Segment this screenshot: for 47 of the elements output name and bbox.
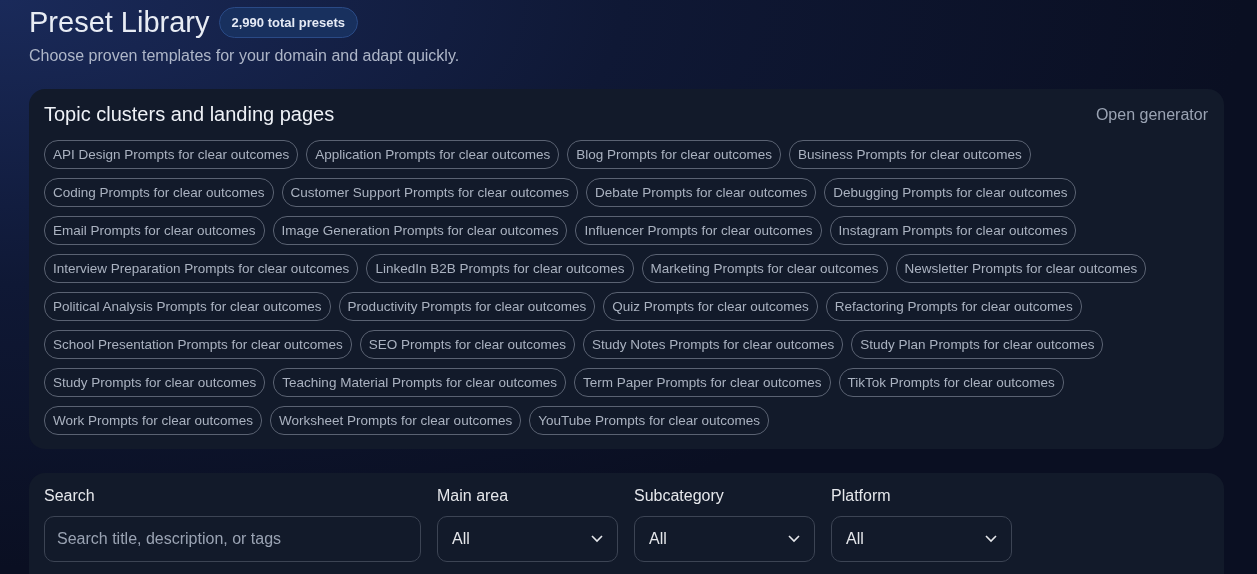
topic-chip[interactable]: Study Plan Prompts for clear outcomes	[851, 330, 1104, 359]
topic-chip[interactable]: Teaching Material Prompts for clear outcomes	[273, 368, 566, 397]
topic-chip[interactable]: Study Notes Prompts for clear outcomes	[582, 330, 844, 359]
dropdown[interactable]: All	[634, 516, 815, 562]
topic-chip[interactable]: Marketing Prompts for clear outcomes	[641, 254, 888, 283]
topic-chip[interactable]: Quiz Prompts for clear outcomes	[603, 292, 818, 321]
topic-chip[interactable]: Newsletter Prompts for clear outcomes	[895, 254, 1147, 283]
topic-chip[interactable]: Blog Prompts for clear outcomes	[567, 140, 782, 169]
topic-chip[interactable]: Business Prompts for clear outcomes	[789, 140, 1031, 169]
page-title: Preset Library	[29, 6, 210, 39]
field-label: Search	[44, 487, 96, 505]
field-label: Main area	[437, 487, 510, 505]
field-label: Platform	[831, 487, 892, 505]
section-title: Topic clusters and landing pages	[44, 103, 335, 126]
topic-chip[interactable]: Coding Prompts for clear outcomes	[44, 178, 274, 207]
topic-chip[interactable]: SEO Prompts for clear outcomes	[359, 330, 575, 359]
chevron-icon	[788, 535, 800, 543]
topic-chip[interactable]: Interview Preparation Prompts for clear outcomes	[44, 254, 359, 283]
topic-chip[interactable]: Application Prompts for clear outcomes	[306, 140, 560, 169]
topic-chip[interactable]: Term Paper Prompts for clear outcomes	[573, 368, 831, 397]
topic-chip[interactable]: Instagram Prompts for clear outcomes	[829, 216, 1077, 245]
topic-chip[interactable]: YouTube Prompts for clear outcomes	[529, 406, 770, 435]
topic-chip[interactable]: LinkedIn B2B Prompts for clear outcomes	[366, 254, 634, 283]
count-badge: 2,990 total presets	[218, 7, 358, 38]
topic-chip[interactable]: Refactoring Prompts for clear outcomes	[825, 292, 1082, 321]
topic-chip[interactable]: API Design Prompts for clear outcomes	[44, 140, 299, 169]
open-generator-link[interactable]: Open generator	[1095, 105, 1208, 124]
topic-chip[interactable]: Debugging Prompts for clear outcomes	[824, 178, 1077, 207]
topic-chip[interactable]: Political Analysis Prompts for clear outcomes	[44, 292, 331, 321]
topic-chip[interactable]: Influencer Prompts for clear outcomes	[575, 216, 822, 245]
dropdown[interactable]: All	[831, 516, 1012, 562]
topic-chip[interactable]: Debate Prompts for clear outcomes	[585, 178, 817, 207]
search-field[interactable]: Search title, description, or tags	[44, 516, 421, 562]
field-label: Subcategory	[634, 487, 725, 505]
topic-chip[interactable]: Productivity Prompts for clear outcomes	[338, 292, 596, 321]
dropdown[interactable]: All	[437, 516, 618, 562]
topic-chip[interactable]: Study Prompts for clear outcomes	[44, 368, 266, 397]
topic-chip[interactable]: TikTok Prompts for clear outcomes	[838, 368, 1064, 397]
topic-chip[interactable]: Work Prompts for clear outcomes	[44, 406, 263, 435]
chevron-icon	[591, 535, 603, 543]
topic-chip[interactable]: Image Generation Prompts for clear outcomes	[272, 216, 568, 245]
page-subtitle: Choose proven templates for your domain and adapt quickly.	[29, 47, 461, 65]
topic-chip[interactable]: School Presentation Prompts for clear outcomes	[44, 330, 352, 359]
topic-chip[interactable]: Email Prompts for clear outcomes	[44, 216, 265, 245]
topic-chip[interactable]: Customer Support Prompts for clear outcomes	[281, 178, 578, 207]
topic-chip[interactable]: Worksheet Prompts for clear outcomes	[270, 406, 522, 435]
chevron-icon	[985, 535, 997, 543]
